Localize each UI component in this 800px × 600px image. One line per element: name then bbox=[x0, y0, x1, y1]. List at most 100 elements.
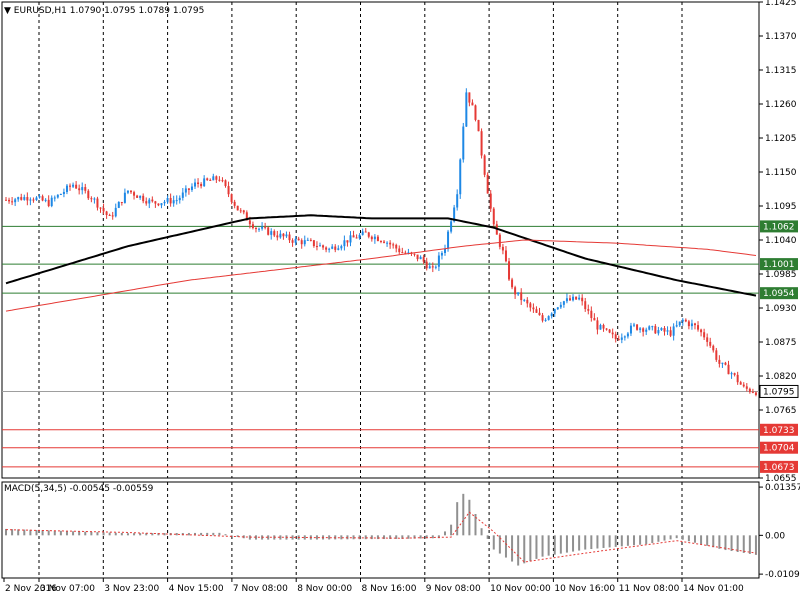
y-tick-label: 1.0875 bbox=[765, 338, 797, 348]
candle-body bbox=[224, 180, 227, 187]
y-tick-label: 1.1370 bbox=[765, 32, 797, 42]
candle-body bbox=[84, 187, 87, 191]
candle-body bbox=[227, 186, 230, 195]
candle-body bbox=[440, 253, 443, 256]
candle-body bbox=[197, 182, 200, 185]
macd-histogram-bar bbox=[108, 532, 111, 536]
candle-body bbox=[367, 232, 370, 237]
candle-body bbox=[160, 203, 163, 206]
candle-body bbox=[331, 246, 334, 249]
candle-body bbox=[254, 228, 257, 230]
y-tick-label: 1.1205 bbox=[765, 134, 797, 144]
candle-body bbox=[258, 228, 261, 230]
candle-body bbox=[212, 176, 215, 181]
macd-histogram-bar bbox=[754, 535, 757, 555]
macd-histogram-bar bbox=[535, 535, 538, 559]
candle-body bbox=[498, 234, 501, 247]
macd-histogram-bar bbox=[608, 535, 611, 548]
macd-histogram-bar bbox=[669, 535, 672, 540]
macd-histogram-bar bbox=[59, 530, 62, 536]
macd-histogram-bar bbox=[315, 535, 318, 540]
candle-body bbox=[501, 246, 504, 251]
candle-body bbox=[730, 373, 733, 375]
candle-body bbox=[715, 350, 718, 360]
candle-body bbox=[733, 373, 736, 375]
candle-body bbox=[376, 236, 379, 241]
candle-body bbox=[90, 198, 93, 200]
macd-histogram-bar bbox=[541, 535, 544, 557]
macd-histogram-bar bbox=[139, 533, 142, 536]
macd-histogram-bar bbox=[468, 499, 471, 536]
candle-body bbox=[584, 301, 587, 310]
macd-y-tick-label: -0.01091 bbox=[765, 570, 800, 580]
candle-body bbox=[81, 187, 84, 191]
candle-body bbox=[620, 337, 623, 340]
macd-histogram-bar bbox=[657, 535, 660, 542]
candle-body bbox=[645, 329, 648, 332]
macd-histogram-bar bbox=[748, 535, 751, 554]
candle-body bbox=[99, 207, 102, 209]
level-badge-label: 1.0704 bbox=[763, 444, 795, 454]
candle-body bbox=[364, 231, 367, 233]
candle-body bbox=[328, 248, 331, 250]
x-tick-label: 3 Nov 07:00 bbox=[40, 584, 95, 594]
macd-histogram-bar bbox=[742, 535, 745, 553]
x-tick-label: 8 Nov 00:00 bbox=[297, 584, 352, 594]
macd-histogram-bar bbox=[200, 532, 203, 536]
candle-body bbox=[11, 201, 14, 203]
candle-body bbox=[648, 326, 651, 330]
candle-body bbox=[136, 195, 139, 198]
candle-body bbox=[581, 297, 584, 302]
candle-body bbox=[709, 341, 712, 346]
candle-body bbox=[248, 220, 251, 225]
candle-body bbox=[672, 326, 675, 336]
candle-body bbox=[666, 330, 669, 332]
candle-body bbox=[721, 362, 724, 364]
macd-histogram-bar bbox=[706, 535, 709, 546]
candle-body bbox=[687, 321, 690, 327]
candle-body bbox=[218, 179, 221, 181]
candle-body bbox=[358, 234, 361, 239]
macd-histogram-bar bbox=[65, 531, 68, 536]
macd-histogram-bar bbox=[693, 535, 696, 543]
candle-body bbox=[181, 192, 184, 198]
macd-histogram-bar bbox=[639, 535, 642, 545]
candle-body bbox=[690, 323, 693, 327]
candle-body bbox=[748, 388, 751, 392]
candle-body bbox=[139, 195, 142, 198]
candle-body bbox=[20, 197, 23, 200]
macd-histogram-bar bbox=[687, 535, 690, 542]
candle-body bbox=[78, 188, 81, 191]
candle-body bbox=[14, 199, 17, 203]
candle-body bbox=[565, 298, 568, 302]
candle-body bbox=[578, 297, 581, 300]
candle-body bbox=[206, 178, 209, 180]
candle-body bbox=[35, 197, 38, 201]
candle-body bbox=[401, 252, 404, 254]
candle-body bbox=[288, 234, 291, 241]
chart-canvas: 1.1425 1.1370 1.1315 1.1260 1.1205 1.1150 1.10… bbox=[1, 0, 800, 594]
candle-body bbox=[605, 328, 608, 330]
candle-body bbox=[596, 320, 599, 330]
candle-body bbox=[754, 392, 757, 395]
candle-body bbox=[279, 233, 282, 238]
candle-body bbox=[434, 266, 437, 268]
candle-body bbox=[693, 323, 696, 326]
candle-body bbox=[389, 242, 392, 245]
candle-body bbox=[325, 247, 328, 250]
collapse-arrow-icon[interactable]: ▼ bbox=[4, 6, 11, 16]
candle-body bbox=[194, 182, 197, 187]
candle-body bbox=[322, 245, 325, 248]
candle-body bbox=[556, 307, 559, 310]
x-tick-label: 7 Nov 08:00 bbox=[233, 584, 288, 594]
x-tick-label: 3 Nov 23:00 bbox=[104, 584, 159, 594]
candle-body bbox=[282, 233, 285, 237]
candle-body bbox=[315, 246, 318, 248]
candle-body bbox=[678, 321, 681, 326]
macd-histogram-bar bbox=[480, 528, 483, 536]
candle-body bbox=[163, 201, 166, 204]
y-tick-label: 1.0765 bbox=[765, 406, 797, 416]
candle-body bbox=[349, 235, 352, 243]
candle-body bbox=[72, 184, 75, 187]
candle-body bbox=[456, 194, 459, 208]
